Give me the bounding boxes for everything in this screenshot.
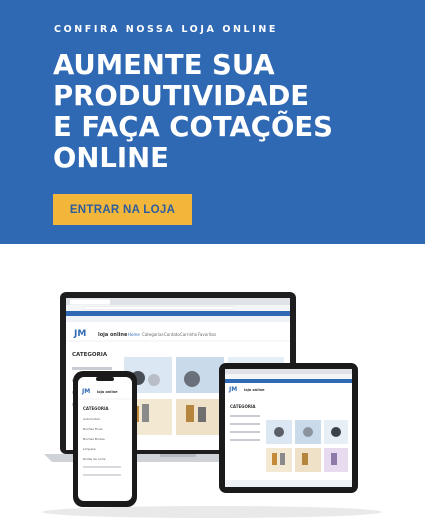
tablet-logo-mark: JM <box>228 386 237 393</box>
store-topbar <box>66 311 290 316</box>
enter-store-button[interactable]: ENTRAR NA LOJA <box>53 194 192 225</box>
phone-category-item-2: Buchas Finas <box>83 427 103 431</box>
phone-category-item-4: Limpeza <box>83 447 96 451</box>
tablet-tabbar <box>225 369 352 374</box>
tablet-product-image <box>331 453 337 465</box>
eyebrow-text: CONFIRA NOSSA LOJA ONLINE <box>54 24 278 35</box>
sidebar-item <box>72 367 112 370</box>
category-heading: CATEGORIA <box>72 352 108 358</box>
product-image <box>186 405 194 422</box>
nav-categorias: Categorias <box>142 332 164 337</box>
device-mockups: JM loja online Home Categorias Contato C… <box>0 244 425 525</box>
tablet-product-image <box>274 427 284 437</box>
tablet-product-image <box>302 453 308 465</box>
phone-list-placeholder <box>83 474 121 476</box>
tablet-product-image <box>272 453 277 465</box>
tablet-product-image <box>331 427 341 437</box>
tablet-product-image <box>280 453 285 465</box>
tablet-product-image <box>303 427 313 437</box>
tablet-sidebar-item <box>230 423 260 425</box>
nav-favoritos: Favoritos <box>198 332 216 337</box>
headline-line-2: PRODUTIVIDADE <box>53 80 310 112</box>
product-image <box>198 407 206 422</box>
phone-mockup: JM loja online CATEGORIA Automotivo Buch… <box>73 371 137 507</box>
laptop-notch <box>160 454 196 457</box>
phone-logo-mark: JM <box>81 388 90 395</box>
tablet-sidebar-item <box>230 415 260 417</box>
store-logo: loja online <box>98 332 128 338</box>
devices-illustration: JM loja online Home Categorias Contato C… <box>42 292 382 518</box>
floor-shadow <box>42 506 382 518</box>
nav-contato: Contato <box>164 332 180 337</box>
headline-line-4: ONLINE <box>53 142 169 174</box>
tablet-sidebar-item <box>230 439 260 441</box>
phone-category-item-5: Rodas de corte <box>83 457 106 461</box>
store-logo-mark: JM <box>73 329 86 339</box>
phone-category-item-3: Buchas Brutas <box>83 437 105 441</box>
tablet-dock <box>225 480 352 487</box>
product-card <box>176 357 224 393</box>
product-image <box>148 374 160 386</box>
headline-line-1: AUMENTE SUA <box>53 49 275 81</box>
tablet-addressbar <box>225 374 352 379</box>
phone-store-logo: loja online <box>97 390 118 394</box>
tablet-mockup: JM loja online CATEGORIA <box>219 363 358 493</box>
tablet-category-heading: CATEGORIA <box>230 404 256 409</box>
nav-carrinho: Carrinho <box>180 332 198 337</box>
tablet-store-topbar <box>225 379 352 383</box>
phone-list-placeholder <box>83 466 121 468</box>
tablet-sidebar-item <box>230 431 260 433</box>
nav-home: Home <box>128 332 140 337</box>
url-field <box>83 306 235 310</box>
bookmarks-bar <box>66 316 290 322</box>
tablet-store-logo: loja online <box>244 388 265 392</box>
phone-notch <box>96 377 114 381</box>
headline: AUMENTE SUA PRODUTIVIDADE E FAÇA COTAÇÕE… <box>53 50 393 174</box>
product-image <box>184 371 200 387</box>
phone-category-item-1: Automotivo <box>83 417 101 421</box>
hero-banner: CONFIRA NOSSA LOJA ONLINE AUMENTE SUA PR… <box>0 0 425 244</box>
headline-line-3: E FAÇA COTAÇÕES <box>53 111 333 143</box>
tablet-product-card <box>266 448 292 472</box>
browser-tab <box>70 299 110 305</box>
product-image <box>142 404 149 422</box>
phone-category-heading: CATEGORIA <box>83 406 109 411</box>
